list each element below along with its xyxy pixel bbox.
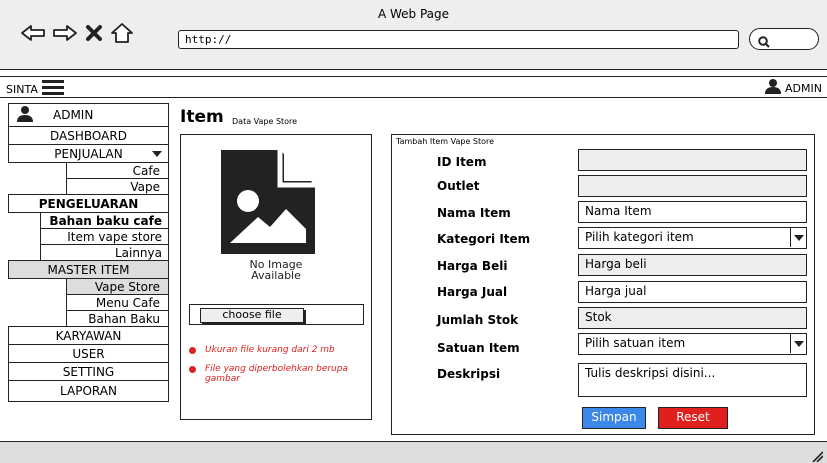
- save-button[interactable]: Simpan: [582, 407, 646, 429]
- sidebar-item-menu-cafe[interactable]: Menu Cafe: [66, 294, 169, 311]
- choose-file-button[interactable]: choose file: [200, 308, 304, 323]
- resize-grip-icon[interactable]: [811, 447, 824, 463]
- forward-icon[interactable]: [52, 23, 78, 47]
- kategori-item-value: Pilih kategori item: [585, 230, 694, 244]
- note-text: File yang diperbolehkan berupa gambar: [205, 364, 348, 384]
- id-item-label: ID Item: [437, 155, 487, 169]
- satuan-item-select[interactable]: Pilih satuan item: [578, 333, 807, 355]
- harga-jual-field[interactable]: Harga jual: [578, 281, 807, 303]
- page-subtitle: Data Vape Store: [232, 117, 298, 126]
- sidebar-item-cafe[interactable]: Cafe: [66, 162, 169, 179]
- bullet-icon: [189, 347, 196, 354]
- back-icon[interactable]: [20, 23, 46, 47]
- file-type-note: File yang diperbolehkan berupa gambar: [187, 364, 367, 384]
- image-placeholder-icon: [218, 147, 318, 257]
- id-item-field: [578, 149, 807, 171]
- menu-icon[interactable]: [41, 80, 64, 98]
- sidebar-item-bahan-baku-cafe[interactable]: Bahan baku cafe: [40, 212, 169, 229]
- brand: SINTA: [6, 80, 64, 98]
- no-image-line-2: Available: [251, 269, 301, 282]
- user-icon: [765, 79, 782, 97]
- sidebar-item-dashboard[interactable]: DASHBOARD: [8, 126, 169, 145]
- satuan-item-label: Satuan Item: [437, 341, 520, 355]
- url-input[interactable]: http://: [178, 30, 739, 49]
- reset-button[interactable]: Reset: [658, 407, 728, 429]
- sidebar-item-master-item[interactable]: MASTER ITEM: [8, 260, 169, 279]
- sidebar-item-bahan-baku[interactable]: Bahan Baku: [66, 310, 169, 327]
- browser-chrome: A Web Page http://: [0, 0, 827, 70]
- sidebar-user: ADMIN: [8, 103, 169, 127]
- sidebar-item-item-vape-store[interactable]: Item vape store: [40, 228, 169, 245]
- sidebar: ADMIN DASHBOARD PENJUALAN Cafe Vape PENG…: [8, 103, 169, 402]
- harga-beli-field[interactable]: Harga beli: [578, 254, 807, 276]
- sidebar-item-laporan[interactable]: LAPORAN: [8, 380, 169, 402]
- bullet-icon: [189, 366, 196, 373]
- nav-controls: [20, 22, 134, 48]
- harga-beli-label: Harga Beli: [437, 259, 508, 273]
- home-icon[interactable]: [110, 22, 134, 48]
- page-title: Item: [180, 107, 224, 127]
- sidebar-item-penjualan[interactable]: PENJUALAN: [8, 144, 169, 163]
- search-icon: [758, 33, 770, 52]
- sidebar-item-user[interactable]: USER: [8, 344, 169, 363]
- user-name: ADMIN: [785, 81, 822, 95]
- file-size-note: Ukuran file kurang dari 2 mb: [187, 345, 367, 355]
- sidebar-item-karyawan[interactable]: KARYAWAN: [8, 326, 169, 345]
- no-image-text: No Image Available: [181, 259, 371, 281]
- sidebar-item-vape[interactable]: Vape: [66, 178, 169, 195]
- form-title: Tambah Item Vape Store: [396, 137, 495, 146]
- nama-item-field[interactable]: Nama Item: [578, 201, 807, 223]
- sidebar-item-pengeluaran[interactable]: PENGELUARAN: [8, 194, 169, 213]
- brand-label: SINTA: [6, 82, 38, 96]
- nama-item-label: Nama Item: [437, 206, 511, 220]
- add-item-form: Tambah Item Vape Store ID Item Outlet Na…: [391, 134, 815, 435]
- user-icon: [17, 105, 33, 125]
- jumlah-stok-field[interactable]: Stok: [578, 307, 807, 329]
- window-title: A Web Page: [377, 7, 450, 21]
- harga-jual-label: Harga Jual: [437, 285, 508, 299]
- chevron-down-icon: [790, 228, 806, 247]
- chevron-down-icon: [790, 334, 806, 353]
- note-text: Ukuran file kurang dari 2 mb: [205, 345, 335, 355]
- search-button[interactable]: [749, 28, 819, 50]
- app-topbar: SINTA ADMIN: [0, 76, 827, 98]
- file-input[interactable]: choose file: [189, 304, 364, 325]
- kategori-item-select[interactable]: Pilih kategori item: [578, 227, 807, 249]
- sidebar-item-label: PENJUALAN: [54, 146, 123, 161]
- sidebar-item-setting[interactable]: SETTING: [8, 362, 169, 381]
- outlet-field: [578, 175, 807, 197]
- user-menu[interactable]: ADMIN: [765, 79, 822, 97]
- deskripsi-textarea[interactable]: Tulis deskripsi disini...: [578, 363, 807, 397]
- sidebar-item-lainnya[interactable]: Lainnya: [40, 244, 169, 261]
- sidebar-item-vape-store[interactable]: Vape Store: [66, 278, 169, 295]
- satuan-item-value: Pilih satuan item: [585, 336, 686, 350]
- chevron-down-icon: [152, 151, 162, 157]
- status-bar: [0, 441, 827, 463]
- browser-window: A Web Page http:// SINTA ADMIN ADMIN DAS…: [0, 0, 827, 463]
- image-panel: No Image Available choose file Ukuran fi…: [180, 134, 372, 420]
- jumlah-stok-label: Jumlah Stok: [437, 313, 519, 327]
- outlet-label: Outlet: [437, 179, 480, 193]
- close-icon[interactable]: [84, 23, 104, 47]
- sidebar-user-label: ADMIN: [53, 108, 94, 122]
- kategori-item-label: Kategori Item: [437, 232, 531, 246]
- deskripsi-label: Deskripsi: [437, 367, 501, 381]
